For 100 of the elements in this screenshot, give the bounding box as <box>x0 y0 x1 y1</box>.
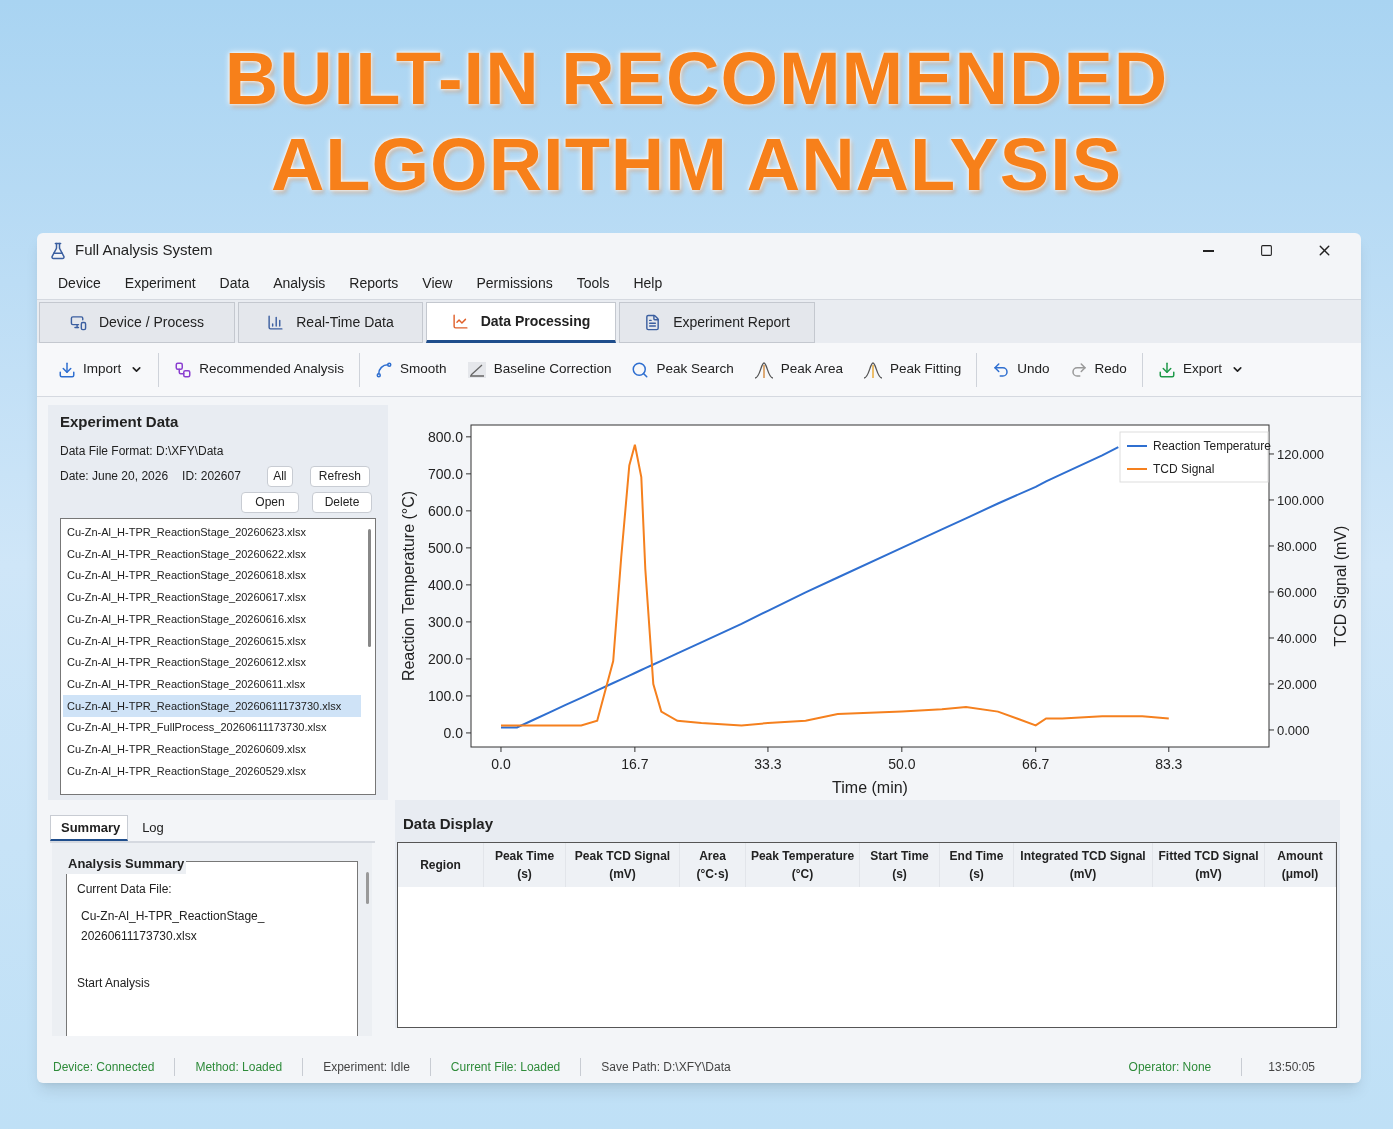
tick-label: 60.000 <box>1277 585 1317 600</box>
menu-item[interactable]: Tools <box>565 273 621 294</box>
toolbar-button[interactable]: Export <box>1152 352 1249 387</box>
undo-icon <box>992 360 1011 379</box>
line-chart-icon <box>451 313 469 330</box>
tab[interactable]: Device / Process <box>39 302 235 343</box>
device-icon <box>69 314 87 331</box>
tick-label: 200.0 <box>427 650 463 667</box>
toolbar-button[interactable]: Peak Search <box>626 352 739 387</box>
toolbar-button[interactable]: Redo <box>1064 352 1132 387</box>
column-header: Peak Temperature (°C) <box>746 842 860 887</box>
menu-item[interactable]: Data <box>208 273 261 294</box>
tab[interactable]: Experiment Report <box>619 302 815 343</box>
file-list-item[interactable]: Cu-Zn-Al_H-TPR_ReactionStage_20260529.xlsx <box>63 760 361 782</box>
menu-item[interactable]: Reports <box>338 273 410 294</box>
menu-item[interactable]: Experiment <box>113 273 207 294</box>
id-label: ID: 202607 <box>182 468 241 485</box>
workflow-icon <box>174 360 193 379</box>
file-list-item[interactable]: Cu-Zn-Al_H-TPR_ReactionStage_20260612.xlsx <box>63 651 361 674</box>
tick-label: 83.3 <box>1155 756 1183 772</box>
peak-fitting-icon <box>863 360 884 379</box>
scrollbar[interactable] <box>366 872 369 904</box>
maximize-icon <box>1259 244 1273 257</box>
status-text: Device: Connected <box>53 1058 155 1076</box>
tab[interactable]: Log <box>128 815 178 841</box>
status-text: Experiment: Idle <box>323 1058 410 1076</box>
tick-label: 0.0 <box>491 756 511 772</box>
file-list-item[interactable]: Cu-Zn-Al_H-TPR_ReactionStage_20260615.xlsx <box>63 629 361 652</box>
tick-label: 120.000 <box>1277 447 1324 462</box>
column-header: Amount (μmol) <box>1265 842 1336 887</box>
smooth-curve-icon <box>375 360 394 379</box>
legend-line <box>1126 445 1148 447</box>
column-header: End Time (s) <box>940 842 1014 887</box>
menu-item[interactable]: View <box>411 273 464 294</box>
tick-label: 40.000 <box>1277 631 1317 646</box>
toolbar-button[interactable]: Recommended Analysis <box>169 352 350 387</box>
column-header: Integrated TCD Signal (mV) <box>1014 842 1153 887</box>
file-list-item[interactable]: Cu-Zn-Al_H-TPR_ReactionStage_20260623.xlsx <box>63 521 361 544</box>
tick-label: 800.0 <box>427 428 463 445</box>
banner-heading: ALGORITHM ANALYSIS <box>270 121 1123 208</box>
toolbar-button[interactable]: Peak Fitting <box>858 352 967 387</box>
tab[interactable]: Summary <box>50 815 128 841</box>
all-button[interactable]: All <box>266 465 293 487</box>
tab[interactable]: Real-Time Data <box>238 302 423 343</box>
file-list-item[interactable]: Cu-Zn-Al_H-TPR_ReactionStage_20260609.xlsx <box>63 738 361 761</box>
file-name-text: Cu-Zn-Al_H-TPR_ReactionStage_ <box>81 908 266 925</box>
file-format-label: Data File Format: D:\XFY\Data <box>60 442 225 460</box>
window-title: Full Analysis System <box>75 240 213 261</box>
menu-item[interactable]: Device <box>47 273 112 294</box>
redo-icon <box>1069 360 1088 379</box>
status-text: Save Path: D:\XFY\Data <box>601 1058 731 1076</box>
legend-label: TCD Signal <box>1153 462 1215 476</box>
file-list-item[interactable]: Cu-Zn-Al_H-TPR_ReactionStage_20260616.xlsx <box>63 608 361 630</box>
toolbar-button[interactable]: Baseline Correction <box>461 352 617 387</box>
file-list-item[interactable]: Cu-Zn-Al_H-TPR_ReactionStage_20260622.xlsx <box>63 543 361 565</box>
file-list-item[interactable]: Cu-Zn-Al_H-TPR_ReactionStage_20260617.xlsx <box>63 586 361 609</box>
summary-action-text: Start Analysis <box>77 975 151 992</box>
tick-label: 0.000 <box>1277 723 1310 738</box>
menu-item[interactable]: Analysis <box>262 273 337 294</box>
toolbar-button[interactable]: Smooth <box>370 352 452 387</box>
toolbar-button[interactable]: Peak Area <box>748 352 849 387</box>
tick-label: 100.0 <box>427 687 463 704</box>
tick-label: 600.0 <box>427 502 463 519</box>
column-header: Start Time (s) <box>860 842 940 887</box>
refresh-button[interactable]: Refresh <box>309 465 370 487</box>
tab[interactable]: Data Processing <box>426 302 616 343</box>
file-list-item[interactable]: Cu-Zn-Al_H-TPR_ReactionStage_20260618.xlsx <box>63 564 361 587</box>
tick-label: 33.3 <box>754 756 782 772</box>
open-button[interactable]: Open <box>241 491 299 513</box>
file-list-item[interactable]: Cu-Zn-Al_H-TPR_ReactionStage_20260611173730.xlsx <box>63 695 361 717</box>
axis-title: TCD Signal (mV) <box>1332 525 1349 647</box>
tick-label: 66.7 <box>1022 756 1050 772</box>
bar-chart-icon <box>267 314 285 331</box>
banner-heading: BUILT-IN RECOMMENDED <box>224 35 1169 122</box>
tick-label: 16.7 <box>621 756 649 772</box>
summary-label: Current Data File: <box>77 881 173 898</box>
status-text: 13:50:05 <box>1268 1058 1315 1076</box>
tick-label: 0.0 <box>443 724 463 741</box>
peak-area-icon <box>753 360 774 379</box>
panel-title: Data Display <box>402 814 495 834</box>
export-icon <box>1157 360 1176 379</box>
menu-item[interactable]: Help <box>622 273 674 294</box>
legend-line <box>1126 468 1148 470</box>
toolbar-button[interactable]: Import <box>53 352 149 387</box>
status-text: Operator: None <box>1128 1058 1212 1076</box>
baseline-icon <box>466 360 487 379</box>
tick-label: 700.0 <box>427 465 463 482</box>
toolbar-button[interactable]: Undo <box>987 352 1055 387</box>
menu-item[interactable]: Permissions <box>465 273 564 294</box>
delete-button[interactable]: Delete <box>312 491 372 513</box>
file-list-item[interactable]: Cu-Zn-Al_H-TPR_ReactionStage_20260611.xlsx <box>63 673 361 695</box>
scrollbar[interactable] <box>368 528 371 647</box>
file-name-text: 20260611173730.xlsx <box>81 928 198 945</box>
tick-label: 500.0 <box>427 539 463 556</box>
file-list-item[interactable]: Cu-Zn-Al_H-TPR_FullProcess_20260611173730.xlsx <box>63 716 361 739</box>
column-header: Peak Time (s) <box>484 842 566 887</box>
minimize-icon <box>1202 249 1214 252</box>
tick-label: 400.0 <box>427 576 463 593</box>
axis-title: Reaction Temperature (°C) <box>400 490 417 682</box>
legend-label: Reaction Temperature <box>1153 439 1271 453</box>
